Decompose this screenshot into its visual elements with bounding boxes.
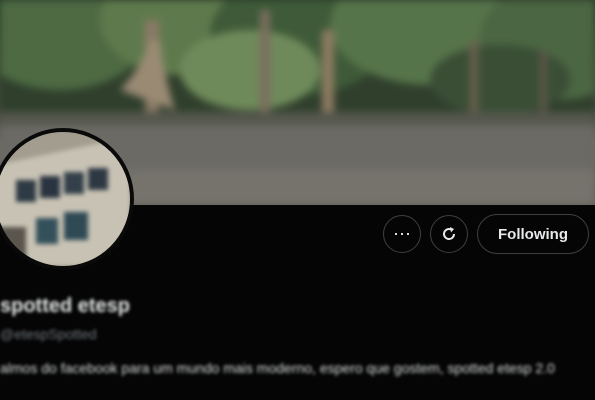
profile-bio: almos do facebook para um mundo mais mod…	[0, 360, 555, 376]
display-name: spotted etesp	[0, 295, 131, 317]
profile-names: spotted etesp @etespSpotted	[0, 292, 130, 344]
profile-actions: ⋯ Following	[383, 214, 589, 254]
profile-avatar[interactable]	[0, 128, 134, 270]
more-options-button[interactable]: ⋯	[383, 215, 422, 253]
following-button[interactable]: Following	[477, 214, 589, 254]
more-options-icon: ⋯	[393, 223, 412, 244]
following-label: Following	[498, 225, 568, 243]
profile-handle: @etespSpotted	[0, 326, 97, 342]
notifications-button[interactable]	[430, 215, 469, 253]
profile-page: ⋯ Following spotted etesp @etespSpotted …	[0, 0, 595, 400]
avatar-image	[0, 132, 130, 266]
notification-refresh-icon	[443, 227, 456, 240]
